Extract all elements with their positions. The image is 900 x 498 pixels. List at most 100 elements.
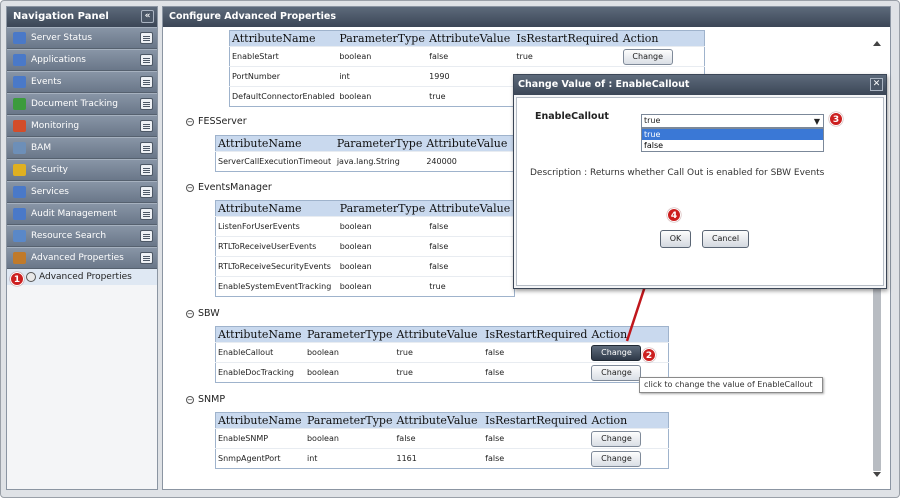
expand-menu-icon[interactable]	[140, 186, 153, 198]
option-false[interactable]: false	[642, 140, 823, 151]
step-badge-1: 1	[10, 272, 24, 286]
table-cell: RTLToReceiveUserEvents	[215, 236, 338, 257]
nav-item-applications[interactable]: Applications	[7, 49, 157, 71]
change-button[interactable]: Change	[622, 48, 673, 65]
section-title: SNMP	[198, 394, 226, 405]
section-eventsmanager[interactable]: − EventsManager	[186, 182, 272, 193]
nav-item-security[interactable]: Security	[7, 159, 157, 181]
expand-menu-icon[interactable]	[140, 54, 153, 66]
scroll-down-icon[interactable]	[873, 472, 881, 477]
nav-subitem-advanced-properties[interactable]: Advanced Properties	[7, 269, 157, 285]
nav-item-advanced-properties[interactable]: Advanced Properties	[7, 247, 157, 269]
table-cell: true	[394, 362, 484, 383]
table-row: EnableDocTracking boolean true false Change	[215, 362, 669, 383]
nav-item-server-status[interactable]: Server Status	[7, 27, 157, 49]
value-select[interactable]: true ▼	[641, 114, 824, 128]
nav-item-monitoring[interactable]: Monitoring	[7, 115, 157, 137]
ok-button[interactable]: OK	[660, 230, 691, 248]
audit-management-icon	[13, 208, 26, 220]
expand-menu-icon[interactable]	[140, 208, 153, 220]
expand-menu-icon[interactable]	[140, 120, 153, 132]
table-row: SnmpAgentPort int 1161 false Change	[215, 448, 669, 469]
nav-item-label: BAM	[31, 143, 52, 153]
table-cell: false	[483, 428, 590, 449]
table-cell: RTLToReceiveSecurityEvents	[215, 256, 338, 277]
table-cell: boolean	[337, 256, 428, 277]
step-badge-2: 2	[642, 348, 656, 362]
column-header: AttributeValue	[424, 135, 515, 152]
main-panel-header: Configure Advanced Properties	[163, 7, 890, 27]
expand-menu-icon[interactable]	[140, 32, 153, 44]
collapse-toggle-icon[interactable]: −	[186, 183, 194, 192]
document-tracking-icon	[13, 98, 26, 110]
advanced-properties-icon	[13, 252, 26, 264]
table-cell: 240000	[424, 151, 515, 172]
table-header-row: AttributeName ParameterType AttributeValue…	[229, 30, 705, 47]
table-cell: EnableSystemEventTracking	[215, 276, 338, 297]
option-true[interactable]: true	[642, 129, 823, 140]
table-row: EnableSystemEventTracking boolean true	[215, 276, 515, 297]
expand-menu-icon[interactable]	[140, 230, 153, 242]
fesserver-properties-table: AttributeName ParameterType AttributeValue…	[215, 135, 515, 172]
expand-menu-icon[interactable]	[140, 164, 153, 176]
table-cell: false	[483, 362, 590, 383]
scrollbar-thumb[interactable]	[873, 287, 881, 471]
collapse-toggle-icon[interactable]: −	[186, 395, 194, 404]
collapse-toggle-icon[interactable]: −	[186, 117, 194, 126]
section-fesserver[interactable]: − FESServer	[186, 116, 247, 127]
table-cell: EnableCallout	[215, 342, 305, 363]
column-header: IsRestartRequired	[483, 326, 590, 343]
step-badge-3: 3	[829, 112, 843, 126]
cancel-button[interactable]: Cancel	[702, 230, 749, 248]
collapse-panel-icon[interactable]: «	[141, 10, 154, 23]
change-button[interactable]: Change	[591, 364, 642, 381]
snmp-properties-table: AttributeName ParameterType AttributeValue…	[215, 412, 669, 469]
column-header: AttributeName	[215, 412, 305, 429]
table-row: RTLToReceiveSecurityEvents boolean false	[215, 256, 515, 277]
section-title: EventsManager	[198, 182, 272, 193]
column-header: AttributeValue	[427, 30, 515, 47]
action-cell: Change	[589, 342, 669, 363]
dropdown-arrow-icon[interactable]: ▼	[814, 116, 820, 128]
table-cell: true	[427, 86, 515, 107]
change-button[interactable]: Change	[591, 450, 642, 467]
nav-item-audit-management[interactable]: Audit Management	[7, 203, 157, 225]
expand-menu-icon[interactable]	[140, 76, 153, 88]
resource-search-icon	[13, 230, 26, 242]
dialog-title: Change Value of : EnableCallout	[518, 79, 690, 90]
nav-item-bam[interactable]: BAM	[7, 137, 157, 159]
nav-item-label: Audit Management	[31, 209, 117, 219]
server-icon	[13, 32, 26, 44]
section-snmp[interactable]: − SNMP	[186, 394, 225, 405]
table-cell: boolean	[304, 342, 395, 363]
nav-item-resource-search[interactable]: Resource Search	[7, 225, 157, 247]
expand-menu-icon[interactable]	[140, 142, 153, 154]
table-cell: false	[427, 256, 515, 277]
nav-item-document-tracking[interactable]: Document Tracking	[7, 93, 157, 115]
table-row: EnableStart boolean false true Change	[229, 46, 705, 67]
property-name-label: EnableCallout	[535, 111, 609, 122]
section-sbw[interactable]: − SBW	[186, 308, 220, 319]
scroll-up-icon[interactable]	[873, 41, 881, 46]
collapse-toggle-icon[interactable]: −	[186, 309, 194, 318]
table-cell: true	[514, 46, 621, 67]
expand-menu-icon[interactable]	[140, 98, 153, 110]
table-cell: EnableStart	[229, 46, 338, 67]
navigation-panel-title: Navigation Panel	[13, 11, 109, 22]
nav-item-label: Server Status	[31, 33, 93, 43]
sbw-properties-table: AttributeName ParameterType AttributeValue…	[215, 326, 669, 383]
column-header: AttributeValue	[427, 200, 515, 217]
change-button[interactable]: Change	[591, 344, 642, 361]
column-header: Action	[620, 30, 705, 47]
change-button[interactable]: Change	[591, 430, 642, 447]
dialog-close-icon[interactable]: ✕	[870, 78, 883, 91]
expand-menu-icon[interactable]	[140, 252, 153, 264]
table-cell: boolean	[337, 216, 428, 237]
nav-item-events[interactable]: Events	[7, 71, 157, 93]
table-header-row: AttributeName ParameterType AttributeValue	[215, 135, 515, 152]
nav-item-services[interactable]: Services	[7, 181, 157, 203]
column-header: AttributeName	[215, 135, 335, 152]
table-cell: false	[427, 236, 515, 257]
table-cell: int	[304, 448, 395, 469]
table-header-row: AttributeName ParameterType AttributeValue…	[215, 326, 669, 343]
